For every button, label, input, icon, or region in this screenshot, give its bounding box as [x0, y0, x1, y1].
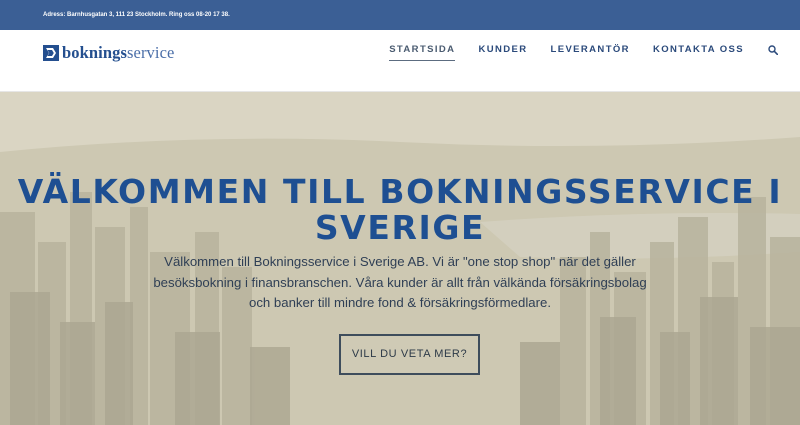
logo-text: bokningsservice: [62, 43, 174, 63]
header: bokningsservice STARTSIDA KUNDER LEVERAN…: [0, 30, 800, 92]
hero-text: Välkommen till Bokningsservice i Sverige…: [153, 254, 647, 310]
address-text: Adress: Barnhusgatan 3, 111 23 Stockholm…: [43, 12, 230, 18]
logo-mark-icon: [43, 45, 59, 61]
nav-kunder[interactable]: KUNDER: [478, 44, 527, 61]
hero-title: VÄLKOMMEN TILL BOKNINGSSERVICE I SVERIGE: [17, 172, 783, 247]
main-nav: STARTSIDA KUNDER LEVERANTÖR KONTAKTA OSS: [366, 44, 778, 61]
hero: VÄLKOMMEN TILL BOKNINGSSERVICE I SVERIGE…: [0, 92, 800, 425]
logo-text-bold: boknings: [62, 43, 128, 62]
logo-text-light: service: [127, 43, 175, 62]
read-more-button[interactable]: VILL DU VETA MER?: [339, 334, 480, 375]
search-icon[interactable]: [768, 44, 778, 55]
nav-startsida[interactable]: STARTSIDA: [389, 44, 456, 61]
top-info-bar: Adress: Barnhusgatan 3, 111 23 Stockholm…: [0, 0, 800, 30]
nav-kontakta-oss[interactable]: KONTAKTA OSS: [653, 44, 744, 61]
nav-leverantor[interactable]: LEVERANTÖR: [551, 44, 630, 61]
logo[interactable]: bokningsservice: [43, 43, 174, 63]
